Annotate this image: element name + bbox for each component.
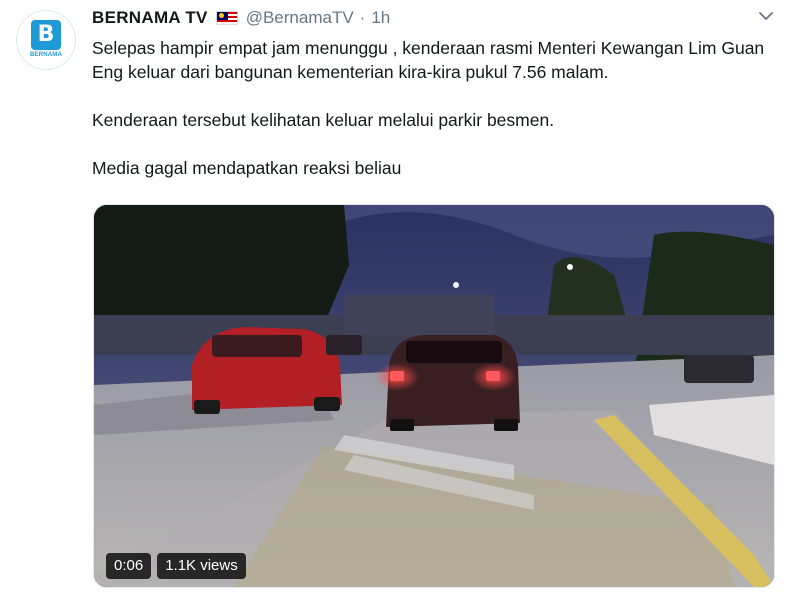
chevron-down-icon[interactable] <box>754 6 778 26</box>
tweet-header: BERNAMA TV @BernamaTV · 1h <box>92 6 390 30</box>
bernama-logo-icon: B BERNAMA <box>29 20 63 58</box>
tweet-paragraph: Media gagal mendapatkan reaksi beliau <box>92 158 402 178</box>
video-player[interactable]: 0:06 1.1K views <box>93 204 775 588</box>
tweet-timestamp[interactable]: 1h <box>371 8 390 28</box>
avatar[interactable]: B BERNAMA <box>16 10 76 70</box>
tweet-text: Selepas hampir empat jam menunggu , kend… <box>92 36 782 180</box>
video-frame <box>94 205 774 587</box>
tweet-paragraph: Kenderaan tersebut kelihatan keluar mela… <box>92 110 555 130</box>
malaysia-flag-icon <box>215 11 238 25</box>
tweet-paragraph: Selepas hampir empat jam menunggu , kend… <box>92 38 765 82</box>
video-overlay: 0:06 1.1K views <box>106 553 246 579</box>
tweet: B BERNAMA BERNAMA TV @BernamaTV · 1h Sel… <box>0 0 800 600</box>
account-name[interactable]: BERNAMA TV <box>92 8 208 28</box>
video-duration: 0:06 <box>106 553 152 579</box>
video-view-count: 1.1K views <box>157 553 246 579</box>
separator-dot: · <box>359 8 366 27</box>
account-handle[interactable]: @BernamaTV <box>246 8 354 28</box>
